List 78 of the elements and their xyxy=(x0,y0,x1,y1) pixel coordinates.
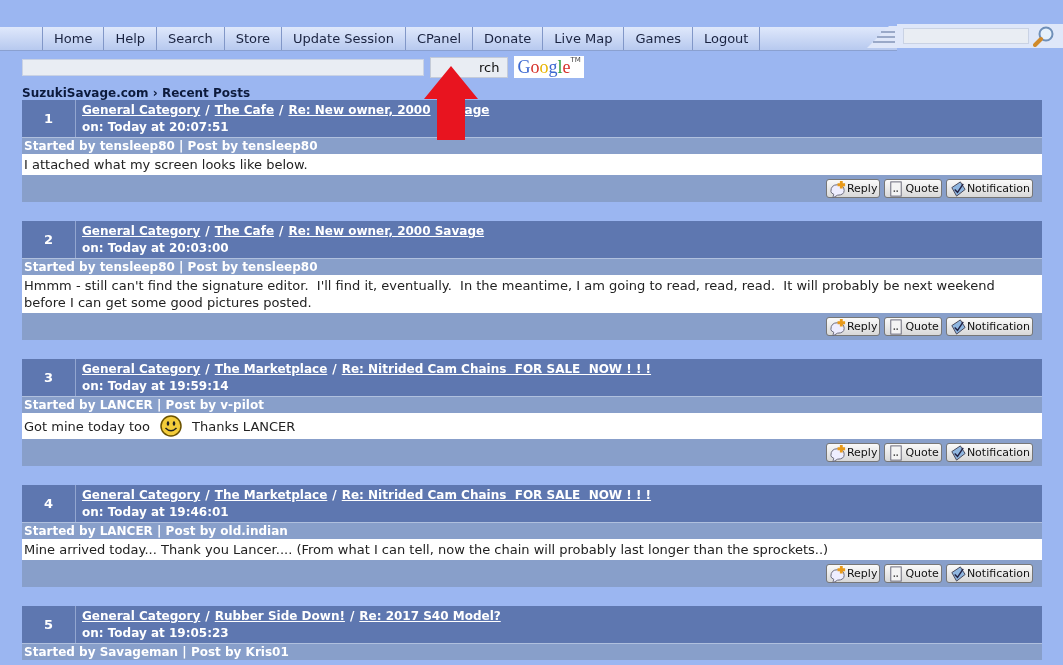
separator: / xyxy=(205,608,210,625)
category-link[interactable]: General Category xyxy=(82,487,201,504)
topic-link[interactable]: Re: 2017 S40 Model? xyxy=(359,608,501,625)
post-byline: Started by tensleep80 | Post by tensleep80 xyxy=(22,137,1042,154)
search-icon[interactable] xyxy=(1033,24,1055,47)
post-text: I attached what my screen looks like below. xyxy=(24,156,308,173)
post-text: Mine arrived today... Thank you Lancer.... (From what I can tell, now the chain will probably last longer than the sprockets..) xyxy=(24,541,829,558)
action-button[interactable]: Notification xyxy=(945,317,1033,336)
separator: / xyxy=(332,361,337,378)
post-text: Got mine today too xyxy=(24,417,150,435)
nav-tab[interactable]: Logout xyxy=(691,26,761,50)
category-link[interactable]: General Category xyxy=(82,608,201,625)
notification-icon xyxy=(948,564,967,583)
action-button[interactable]: Notification xyxy=(945,564,1033,583)
search-button[interactable]: rch xyxy=(430,56,509,78)
separator: / xyxy=(205,223,210,240)
smiley-icon xyxy=(160,415,182,437)
topic-link[interactable]: Re: Nitrided Cam Chains FOR SALE NOW ! ! ! xyxy=(341,361,652,378)
board-link[interactable]: Rubber Side Down! xyxy=(214,608,345,625)
post-time: on: Today at 19:46:01 xyxy=(82,505,230,519)
reply-icon xyxy=(828,564,847,583)
post-byline: Started by LANCER | Post by v-pilot xyxy=(22,396,1042,413)
category-link[interactable]: General Category xyxy=(82,361,201,378)
post-time: on: Today at 19:05:23 xyxy=(82,626,230,640)
separator: / xyxy=(279,223,284,240)
action-button[interactable]: Reply xyxy=(825,317,881,336)
breadcrumb: SuzukiSavage.com › Recent Posts xyxy=(22,86,251,100)
post-text: Hmmm - still can't find the signature editor. I'll find it, eventually. In the meantime, I am going to read, read, read. It will probably be next weekend before I can get some good pictures posted. xyxy=(24,277,996,311)
google-logo: Google$^{TM}$ xyxy=(514,56,584,78)
notification-icon xyxy=(948,443,967,462)
nav-tab[interactable]: Store xyxy=(223,26,282,50)
action-button[interactable]: Quote xyxy=(884,317,942,336)
reply-icon xyxy=(828,179,847,198)
action-button[interactable]: Quote xyxy=(884,179,942,198)
category-link[interactable]: General Category xyxy=(82,223,201,240)
nav-tab[interactable]: Games xyxy=(623,26,692,50)
action-button[interactable]: Reply xyxy=(825,179,881,198)
action-button[interactable]: Notification xyxy=(945,179,1033,198)
board-link[interactable]: The Marketplace xyxy=(214,487,328,504)
nav-tab[interactable]: Update Session xyxy=(281,26,405,50)
notification-icon xyxy=(948,179,967,198)
post-byline: Started by tensleep80 | Post by tensleep80 xyxy=(22,258,1042,275)
category-link[interactable]: General Category xyxy=(82,102,201,119)
nav-tab[interactable]: Live Map xyxy=(542,26,624,50)
google-search-field[interactable] xyxy=(22,58,424,76)
nav-tab[interactable]: Home xyxy=(42,26,104,50)
separator: / xyxy=(205,487,210,504)
reply-icon xyxy=(828,317,847,336)
separator: / xyxy=(349,608,355,625)
action-button[interactable]: Reply xyxy=(825,564,881,583)
topic-link[interactable]: Re: New owner, 2000 Savage xyxy=(288,223,485,240)
board-link[interactable]: The Cafe xyxy=(214,102,275,119)
board-link[interactable]: The Cafe xyxy=(214,223,275,240)
post-byline: Started by Savageman | Post by Kris01 xyxy=(22,643,1042,660)
post-time: on: Today at 20:07:51 xyxy=(82,120,230,134)
nav-tab[interactable]: Donate xyxy=(472,26,543,50)
nav-tab[interactable]: CPanel xyxy=(404,26,473,50)
separator: / xyxy=(205,361,210,378)
action-button[interactable]: Notification xyxy=(945,443,1033,462)
notification-icon xyxy=(948,317,967,336)
action-button[interactable]: Quote xyxy=(884,443,942,462)
search-field[interactable] xyxy=(903,27,1029,44)
nav-tab[interactable]: Search xyxy=(156,26,224,50)
separator: / xyxy=(205,102,210,119)
reply-icon xyxy=(828,443,847,462)
post-time: on: Today at 19:59:14 xyxy=(82,379,230,393)
topic-link[interactable]: Re: New owner, 2000 xyxy=(288,102,431,119)
nav-tab[interactable]: Help xyxy=(103,26,157,50)
action-button[interactable]: Quote xyxy=(884,564,942,583)
action-button[interactable]: Reply xyxy=(825,443,881,462)
post-text: Thanks LANCER xyxy=(192,417,296,435)
post-byline: Started by LANCER | Post by old.indian xyxy=(22,522,1042,539)
separator: / xyxy=(332,487,337,504)
separator: / xyxy=(279,102,284,119)
topic-link[interactable]: Re: Nitrided Cam Chains FOR SALE NOW ! ! ! xyxy=(341,487,652,504)
post-time: on: Today at 20:03:00 xyxy=(82,241,230,255)
topic-link[interactable]: age xyxy=(464,102,490,119)
board-link[interactable]: The Marketplace xyxy=(214,361,328,378)
